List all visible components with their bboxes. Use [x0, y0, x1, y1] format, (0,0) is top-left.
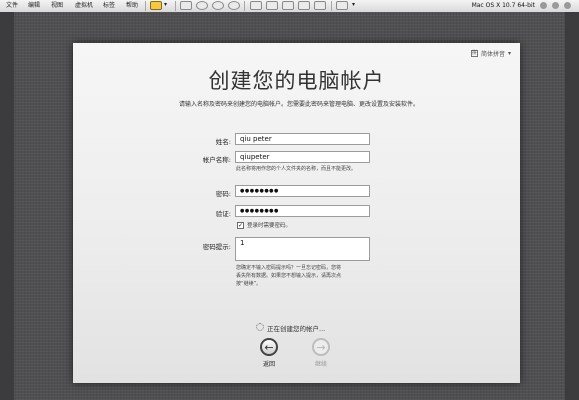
progress-spinner-icon	[256, 323, 264, 331]
status-text: 正在创建您的帐户...	[267, 325, 326, 333]
require-password-checkbox[interactable]: ✓	[237, 222, 244, 229]
menu-edit[interactable]: 编辑	[28, 2, 40, 10]
vm-title: Mac OS X 10.7 64-bit	[471, 2, 535, 9]
power-icon[interactable]	[150, 1, 162, 10]
revert-snapshot-icon[interactable]	[212, 1, 224, 10]
console-view-icon[interactable]	[266, 1, 278, 10]
account-name-label: 帐户名称:	[202, 156, 231, 164]
password-field[interactable]: ●●●●●●●●	[235, 185, 370, 197]
password-hint-warning-line-3: 按“继续”。	[236, 281, 262, 287]
menu-tabs[interactable]: 标签	[103, 2, 115, 10]
name-field[interactable]: qiu peter	[235, 133, 370, 145]
arrow-left-icon: ←	[264, 341, 274, 354]
setup-assistant-panel: 拼 简体拼音 ▾ 创建您的电脑帐户 请输入名称及密码来创建您的电脑帐户。您需要此…	[73, 43, 520, 383]
snapshot-icon[interactable]	[196, 1, 208, 10]
arrow-right-icon: →	[316, 341, 326, 354]
menu-view[interactable]: 视图	[51, 2, 63, 10]
toolbar-separator	[175, 1, 176, 11]
back-button[interactable]: ←	[260, 338, 278, 356]
password-label: 密码:	[215, 190, 231, 198]
name-label: 姓名:	[215, 138, 231, 146]
continue-label: 继续	[314, 361, 327, 368]
password-hint-label: 密码提示:	[202, 243, 231, 251]
window-edge-right	[565, 12, 579, 400]
status-icon[interactable]	[564, 2, 571, 9]
audio-icon[interactable]	[540, 2, 547, 9]
thumbnail-view-icon[interactable]	[282, 1, 294, 10]
input-source-icon: 拼	[470, 50, 478, 57]
verify-field[interactable]: ●●●●●●●●	[235, 205, 370, 217]
input-source-menu[interactable]: 拼 简体拼音 ▾	[470, 49, 511, 58]
password-hint-warning-line-2: 丢失所有数据。如果您不想输入提示，请再次点	[236, 273, 342, 279]
fullscreen-icon[interactable]	[298, 1, 310, 10]
continue-button[interactable]: →	[312, 338, 330, 356]
chevron-down-icon: ▾	[507, 50, 511, 57]
account-name-hint: 此名称将用作您的个人文件夹的名称，而且不能更改。	[236, 166, 357, 172]
password-hint-field[interactable]: 1	[235, 237, 370, 261]
menu-file[interactable]: 文件	[6, 2, 18, 10]
page-title: 创建您的电脑帐户	[208, 69, 385, 93]
view-icon[interactable]	[336, 1, 348, 10]
require-password-label: 登录时需要密码。	[247, 223, 292, 229]
window-edge-left	[0, 12, 14, 400]
password-hint-warning-line-1: 您确定不输入密码提示吗？一旦忘记密码，您将	[236, 265, 342, 271]
toolbar-separator	[244, 1, 245, 11]
menu-help[interactable]: 帮助	[126, 2, 138, 10]
show-library-icon[interactable]	[250, 1, 262, 10]
menu-vm[interactable]: 虚拟机	[75, 2, 93, 10]
account-name-field[interactable]: qiupeter	[235, 151, 370, 163]
snapshot-manager-icon[interactable]	[228, 1, 240, 10]
send-keys-icon[interactable]	[180, 1, 192, 10]
input-source-label: 简体拼音	[480, 51, 505, 58]
intro-text: 请输入名称及密码来创建您的电脑帐户。您需要此密码来管理电脑、更改设置及安装软件。	[179, 101, 420, 108]
dropdown-arrow-icon[interactable]: ▾	[164, 1, 171, 10]
back-label: 返回	[262, 361, 275, 368]
verify-label: 验证:	[215, 210, 231, 218]
toolbar-separator	[145, 1, 146, 11]
dropdown-arrow-icon[interactable]: ▾	[352, 1, 359, 10]
network-icon[interactable]	[552, 2, 559, 9]
unity-icon[interactable]	[314, 1, 326, 10]
toolbar-separator	[331, 1, 332, 11]
